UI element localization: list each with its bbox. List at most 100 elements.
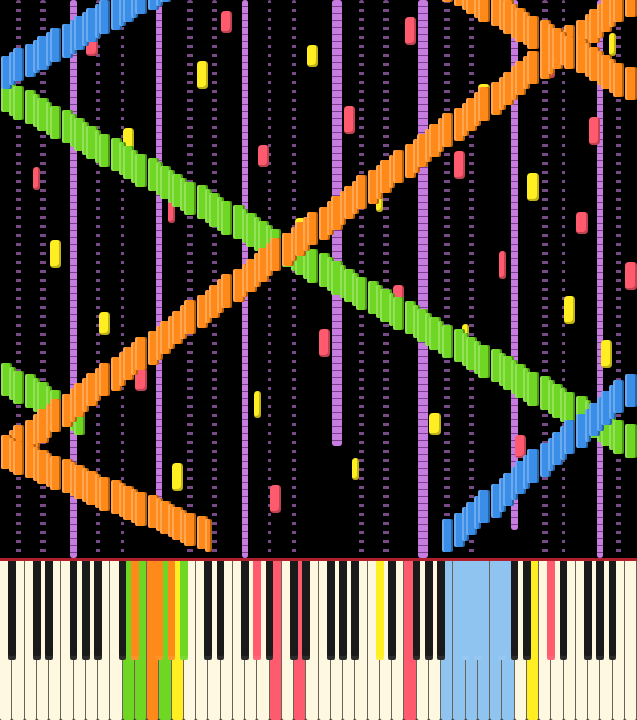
- note-stream: [469, 0, 475, 558]
- black-key[interactable]: [560, 561, 568, 660]
- black-key[interactable]: [339, 561, 347, 660]
- black-key[interactable]: [523, 561, 531, 660]
- run-note: [393, 297, 404, 330]
- black-key[interactable]: [131, 561, 139, 660]
- black-key[interactable]: [474, 561, 482, 660]
- run-note: [13, 441, 24, 474]
- black-key[interactable]: [511, 561, 519, 660]
- run-note: [478, 490, 489, 523]
- white-key[interactable]: [625, 561, 637, 720]
- black-key[interactable]: [498, 561, 506, 660]
- run-note: [564, 36, 575, 69]
- run-note: [184, 513, 195, 546]
- note: [307, 45, 318, 67]
- black-key[interactable]: [596, 561, 604, 660]
- run-note: [13, 371, 24, 404]
- black-key[interactable]: [547, 561, 555, 660]
- black-key[interactable]: [94, 561, 102, 660]
- note-stream: [383, 0, 389, 558]
- run-note: [442, 113, 453, 146]
- run-note: [270, 238, 281, 271]
- note: [258, 145, 269, 167]
- note: [601, 340, 612, 368]
- run-note: [527, 372, 538, 405]
- black-key[interactable]: [584, 561, 592, 660]
- note: [564, 296, 575, 324]
- run-note: [184, 300, 195, 333]
- black-key[interactable]: [302, 561, 310, 660]
- run-note: [625, 424, 636, 457]
- run-note: [184, 182, 195, 215]
- run-note: [442, 325, 453, 358]
- note: [454, 151, 465, 179]
- black-key[interactable]: [266, 561, 274, 660]
- note-stream: [187, 0, 193, 558]
- run-note: [625, 0, 636, 17]
- note: [429, 413, 440, 435]
- black-key[interactable]: [45, 561, 53, 660]
- black-key[interactable]: [609, 561, 617, 660]
- note: [405, 17, 416, 45]
- black-key[interactable]: [155, 561, 163, 660]
- black-key[interactable]: [425, 561, 433, 660]
- run-note: [221, 201, 232, 234]
- run-note: [393, 150, 404, 183]
- piano-roll-visualizer: [0, 0, 637, 720]
- run-note: [160, 0, 171, 2]
- black-key[interactable]: [82, 561, 90, 660]
- run-note: [221, 274, 232, 307]
- run-note: [99, 363, 110, 396]
- run-note: [50, 106, 61, 139]
- note-stream: [444, 0, 450, 558]
- run-note: [613, 420, 624, 453]
- note: [172, 463, 183, 491]
- run-note: [527, 51, 538, 84]
- note: [197, 61, 208, 89]
- black-key[interactable]: [388, 561, 396, 660]
- run-note: [99, 477, 110, 510]
- black-key[interactable]: [70, 561, 78, 660]
- black-key[interactable]: [290, 561, 298, 660]
- black-key[interactable]: [168, 561, 176, 660]
- black-key[interactable]: [437, 561, 445, 660]
- run-note: [356, 277, 367, 310]
- black-key[interactable]: [253, 561, 261, 660]
- note: [33, 167, 40, 189]
- run-note: [99, 0, 110, 33]
- run-note: [564, 420, 575, 453]
- note-stream: [292, 0, 295, 558]
- run-note: [442, 0, 453, 2]
- run-note: [13, 86, 24, 119]
- black-key[interactable]: [351, 561, 359, 660]
- note: [352, 458, 359, 480]
- black-key[interactable]: [241, 561, 249, 660]
- run-note: [50, 456, 61, 489]
- note-stream: [562, 0, 565, 558]
- note: [254, 391, 261, 419]
- note: [319, 329, 330, 357]
- run-note: [307, 249, 318, 282]
- run-note: [307, 212, 318, 245]
- run-note: [135, 337, 146, 370]
- black-key[interactable]: [180, 561, 188, 660]
- black-key[interactable]: [8, 561, 16, 660]
- black-key[interactable]: [376, 561, 384, 660]
- black-key[interactable]: [462, 561, 470, 660]
- black-key[interactable]: [413, 561, 421, 660]
- note: [625, 262, 636, 290]
- note-roll: [0, 0, 637, 558]
- black-key[interactable]: [217, 561, 225, 660]
- note: [270, 485, 281, 513]
- run-note: [527, 16, 538, 49]
- note-stream: [121, 0, 124, 558]
- black-key[interactable]: [33, 561, 41, 660]
- run-note: [478, 345, 489, 378]
- note: [50, 240, 61, 268]
- black-key[interactable]: [327, 561, 335, 660]
- run-note: [13, 48, 24, 81]
- black-key[interactable]: [119, 561, 127, 660]
- black-key[interactable]: [204, 561, 212, 660]
- run-note: [205, 519, 212, 552]
- run-note: [135, 154, 146, 187]
- piano-keyboard: [0, 561, 637, 720]
